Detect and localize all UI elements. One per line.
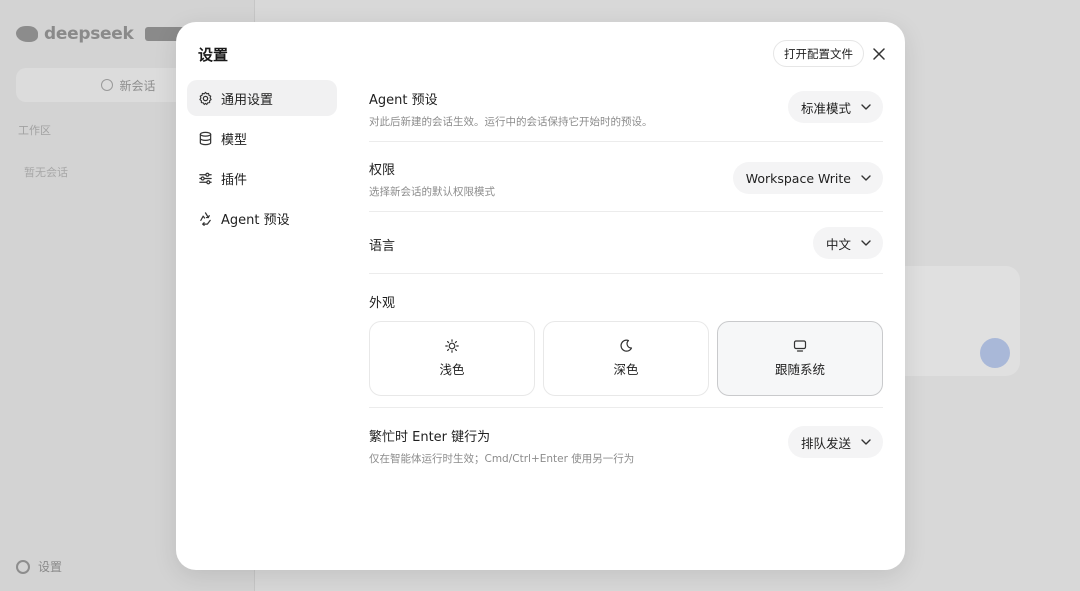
gear-icon xyxy=(16,559,30,574)
workspace-label: 工作区 xyxy=(18,124,51,137)
language-title: 语言 xyxy=(369,239,396,254)
agent-preset-select[interactable]: 标准模式 xyxy=(787,91,883,123)
agent-preset-value: 标准模式 xyxy=(800,100,851,116)
theme-label-light: 浅色 xyxy=(439,362,465,377)
busy-enter-select[interactable]: 排队发送 xyxy=(787,426,883,458)
chevron-down-icon xyxy=(861,238,871,248)
chevron-down-icon xyxy=(861,437,871,447)
setting-row-appearance: 外观 浅色 深色 跟随系统 xyxy=(369,274,883,408)
nav-item-general[interactable]: 通用设置 xyxy=(187,80,337,116)
theme-label-dark: 深色 xyxy=(613,362,639,377)
nav-label-agent-presets: Agent 预设 xyxy=(221,212,290,228)
new-chat-label: 新会话 xyxy=(119,78,156,93)
send-button xyxy=(980,338,1010,368)
sidebar-settings-button[interactable]: 设置 xyxy=(16,558,62,575)
busy-enter-value: 排队发送 xyxy=(800,435,851,451)
brand-name: deepseek xyxy=(44,24,134,44)
theme-option-light[interactable]: 浅色 xyxy=(369,321,535,396)
brand-logo: deepseek xyxy=(16,24,192,44)
sun-icon xyxy=(445,339,459,353)
nav-label-general: 通用设置 xyxy=(221,92,274,108)
settings-content: Agent 预设 对此后新建的会话生效。运行中的会话保持它开始时的预设。 标准模… xyxy=(369,80,883,478)
nav-item-agent-presets[interactable]: Agent 预设 xyxy=(187,200,337,236)
appearance-title: 外观 xyxy=(369,296,396,311)
language-select[interactable]: 中文 xyxy=(812,227,883,259)
nav-label-plugins: 插件 xyxy=(221,172,248,188)
theme-options: 浅色 深色 跟随系统 xyxy=(369,321,883,396)
whale-logo-icon xyxy=(16,26,38,42)
theme-option-dark[interactable]: 深色 xyxy=(543,321,709,396)
theme-option-system[interactable]: 跟随系统 xyxy=(717,321,883,396)
empty-sessions-text: 暂无会话 xyxy=(24,166,68,179)
sidebar-settings-label: 设置 xyxy=(38,560,63,574)
sliders-icon xyxy=(198,171,213,186)
setting-row-language: 语言 中文 xyxy=(369,212,883,274)
setting-row-agent-preset: Agent 预设 对此后新建的会话生效。运行中的会话保持它开始时的预设。 标准模… xyxy=(369,80,883,142)
gear-icon xyxy=(198,91,213,106)
recycle-icon xyxy=(198,211,213,226)
settings-modal: 设置 打开配置文件 通用设置 模型 插件 Agent 预设 Agent 预设 对… xyxy=(176,22,905,570)
plus-circle-icon xyxy=(101,79,114,91)
moon-icon xyxy=(619,339,633,353)
setting-row-permission: 权限 选择新会话的默认权限模式 Workspace Write xyxy=(369,142,883,212)
chevron-down-icon xyxy=(861,173,871,183)
nav-item-models[interactable]: 模型 xyxy=(187,120,337,156)
permission-select[interactable]: Workspace Write xyxy=(732,162,883,194)
close-icon xyxy=(873,48,885,60)
database-icon xyxy=(198,131,213,146)
modal-title: 设置 xyxy=(198,46,229,64)
close-button[interactable] xyxy=(868,43,890,65)
setting-row-busy-enter: 繁忙时 Enter 键行为 仅在智能体运行时生效；Cmd/Ctrl+Enter … xyxy=(369,408,883,478)
chevron-down-icon xyxy=(861,102,871,112)
language-value: 中文 xyxy=(825,236,851,252)
nav-item-plugins[interactable]: 插件 xyxy=(187,160,337,196)
open-config-button[interactable]: 打开配置文件 xyxy=(773,40,864,67)
theme-label-system: 跟随系统 xyxy=(774,362,825,377)
permission-value: Workspace Write xyxy=(745,170,851,186)
nav-label-models: 模型 xyxy=(221,132,248,148)
monitor-icon xyxy=(793,339,807,353)
settings-nav: 通用设置 模型 插件 Agent 预设 xyxy=(187,80,337,240)
